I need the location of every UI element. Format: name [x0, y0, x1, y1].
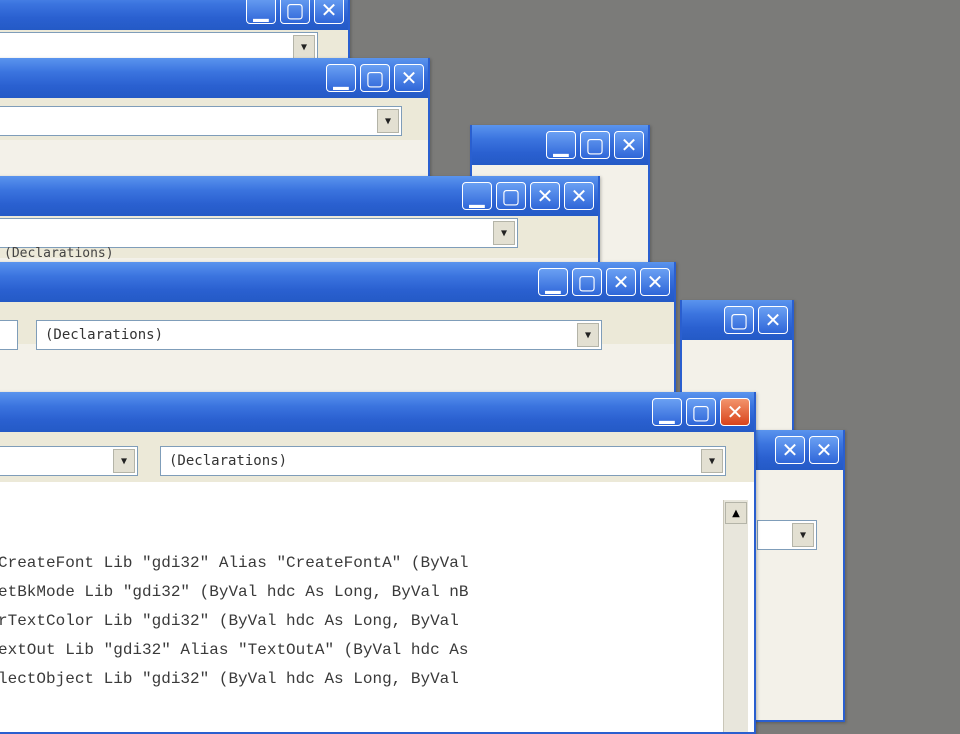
- title-bar[interactable]: ▁ ▢ ✕ ✕: [0, 262, 674, 302]
- title-bar[interactable]: ▁ ▢ ✕: [0, 392, 754, 432]
- procedure-value: (Declarations): [45, 327, 164, 343]
- toolbar: (Declarations) ▼: [0, 302, 674, 350]
- procedure-dropdown[interactable]: ▼: [0, 218, 518, 248]
- code-window-2[interactable]: ▁ ▢ ✕ ▼: [0, 58, 430, 180]
- close-button[interactable]: ✕: [775, 436, 805, 464]
- scroll-up-icon: ▲: [732, 507, 740, 519]
- minimize-icon: ▁: [659, 400, 675, 424]
- code-line: lectObject Lib "gdi32" (ByVal hdc As Lon…: [0, 670, 459, 688]
- object-dropdown[interactable]: [0, 320, 18, 350]
- procedure-dropdown[interactable]: ▼: [0, 106, 402, 136]
- close-icon: ✕: [536, 184, 554, 208]
- code-window-back-right-2[interactable]: ✕ ✕ ▼: [745, 430, 845, 722]
- dropdown-arrow-icon[interactable]: ▼: [792, 523, 814, 547]
- close-button[interactable]: ✕: [640, 268, 670, 296]
- maximize-button[interactable]: ▢: [360, 64, 390, 92]
- code-line: rTextColor Lib "gdi32" (ByVal hdc As Lon…: [0, 612, 459, 630]
- toolbar: ▼: [0, 98, 428, 140]
- code-line: CreateFont Lib "gdi32" Alias "CreateFont…: [0, 554, 469, 572]
- code-editor[interactable]: CreateFont Lib "gdi32" Alias "CreateFont…: [0, 482, 754, 732]
- close-button[interactable]: ✕: [720, 398, 750, 426]
- close-icon: ✕: [726, 400, 744, 424]
- code-window-4[interactable]: ▁ ▢ ✕ ✕ (Declarations) ▼: [0, 262, 676, 394]
- close-icon: ✕: [815, 438, 833, 462]
- procedure-dropdown[interactable]: (Declarations) ▼: [160, 446, 726, 476]
- title-bar[interactable]: ▁ ▢ ✕: [0, 0, 348, 30]
- title-bar[interactable]: ✕ ✕: [747, 430, 843, 470]
- maximize-button[interactable]: ▢: [280, 0, 310, 24]
- minimize-button[interactable]: ▁: [652, 398, 682, 426]
- maximize-icon: ▢: [577, 270, 597, 294]
- dropdown-arrow-icon[interactable]: ▼: [493, 221, 515, 245]
- minimize-icon: ▁: [553, 133, 569, 157]
- minimize-button[interactable]: ▁: [326, 64, 356, 92]
- close-button[interactable]: ✕: [564, 182, 594, 210]
- maximize-icon: ▢: [691, 400, 711, 424]
- maximize-button[interactable]: ▢: [496, 182, 526, 210]
- minimize-button[interactable]: ▁: [246, 0, 276, 24]
- close-button[interactable]: ✕: [758, 306, 788, 334]
- declarations-label-fragment: (Declarations): [4, 246, 114, 261]
- maximize-icon: ▢: [285, 0, 305, 22]
- code-line: extOut Lib "gdi32" Alias "TextOutA" (ByV…: [0, 641, 469, 659]
- minimize-icon: ▁: [469, 184, 485, 208]
- maximize-icon: ▢: [729, 308, 749, 332]
- close-icon: ✕: [400, 66, 418, 90]
- dropdown-arrow-icon[interactable]: ▼: [701, 449, 723, 473]
- close-icon: ✕: [320, 0, 338, 22]
- close-button[interactable]: ✕: [614, 131, 644, 159]
- title-bar[interactable]: ▁ ▢ ✕: [0, 58, 428, 98]
- dropdown-arrow-icon[interactable]: ▼: [577, 323, 599, 347]
- minimize-button[interactable]: ▁: [546, 131, 576, 159]
- procedure-value: (Declarations): [169, 453, 288, 469]
- close-icon: ✕: [620, 133, 638, 157]
- close-button[interactable]: ✕: [394, 64, 424, 92]
- close-icon: ✕: [781, 438, 799, 462]
- minimize-icon: ▁: [545, 270, 561, 294]
- object-dropdown[interactable]: ▼: [0, 446, 138, 476]
- maximize-button[interactable]: ▢: [572, 268, 602, 296]
- vertical-scrollbar[interactable]: ▲: [723, 500, 748, 732]
- dropdown-arrow-icon[interactable]: ▼: [377, 109, 399, 133]
- code-line: etBkMode Lib "gdi32" (ByVal hdc As Long,…: [0, 583, 469, 601]
- maximize-button[interactable]: ▢: [686, 398, 716, 426]
- close-icon: ✕: [646, 270, 664, 294]
- dropdown-arrow-icon[interactable]: ▼: [293, 35, 315, 59]
- minimize-button[interactable]: ▁: [462, 182, 492, 210]
- close-button[interactable]: ✕: [530, 182, 560, 210]
- minimize-icon: ▁: [333, 66, 349, 90]
- code-window-1[interactable]: ▁ ▢ ✕ ▼: [0, 0, 350, 62]
- title-bar[interactable]: ▢ ✕: [682, 300, 792, 340]
- minimize-button[interactable]: ▁: [538, 268, 568, 296]
- scroll-up-button[interactable]: ▲: [725, 502, 747, 524]
- minimize-icon: ▁: [253, 0, 269, 22]
- close-icon: ✕: [764, 308, 782, 332]
- code-window-active[interactable]: ▁ ▢ ✕ ▼ (Declarations) ▼ CreateFont Lib …: [0, 392, 756, 734]
- procedure-dropdown[interactable]: ▼: [757, 520, 817, 550]
- close-button[interactable]: ✕: [809, 436, 839, 464]
- close-icon: ✕: [612, 270, 630, 294]
- title-bar[interactable]: ▁ ▢ ✕: [472, 125, 648, 165]
- maximize-icon: ▢: [501, 184, 521, 208]
- maximize-icon: ▢: [585, 133, 605, 157]
- close-button[interactable]: ✕: [314, 0, 344, 24]
- maximize-button[interactable]: ▢: [724, 306, 754, 334]
- close-icon: ✕: [570, 184, 588, 208]
- close-button[interactable]: ✕: [606, 268, 636, 296]
- title-bar[interactable]: ▁ ▢ ✕ ✕: [0, 176, 598, 216]
- maximize-icon: ▢: [365, 66, 385, 90]
- dropdown-arrow-icon[interactable]: ▼: [113, 449, 135, 473]
- procedure-dropdown[interactable]: (Declarations) ▼: [36, 320, 602, 350]
- toolbar: ▼ (Declarations) ▼: [0, 432, 754, 482]
- maximize-button[interactable]: ▢: [580, 131, 610, 159]
